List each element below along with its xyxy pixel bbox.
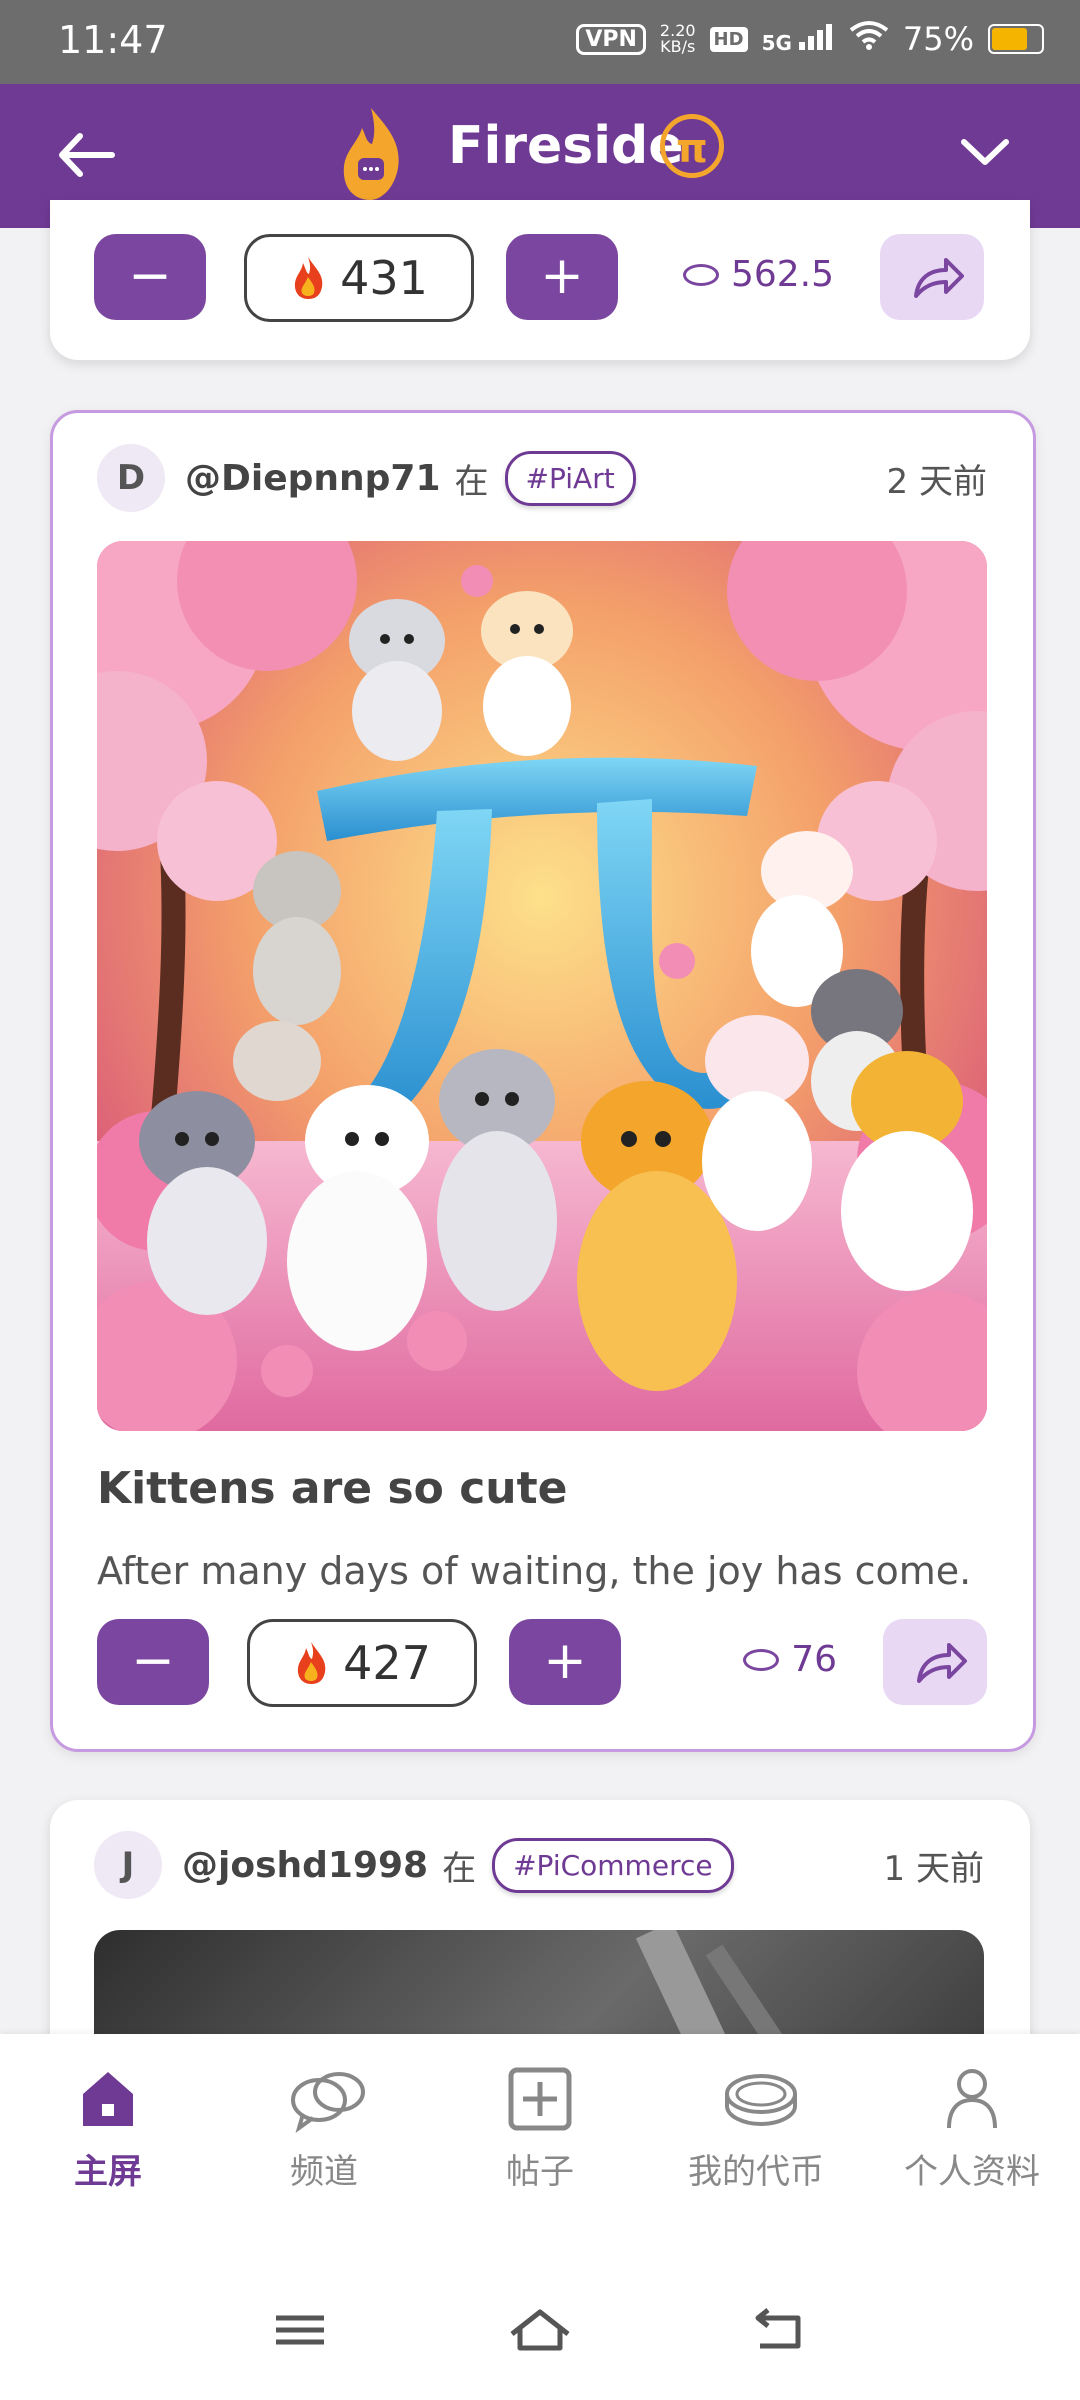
nav-posts[interactable]: 帖子 xyxy=(440,2064,640,2193)
home-icon xyxy=(73,2064,143,2134)
nav-label: 帖子 xyxy=(506,2152,574,2192)
avatar[interactable]: D xyxy=(97,444,165,512)
coin-icon xyxy=(743,1648,780,1671)
pi-coin-icon: π xyxy=(660,114,724,178)
nav-label: 我的代币 xyxy=(688,2152,824,2192)
battery-percent: 75% xyxy=(902,20,974,58)
fire-icon xyxy=(294,257,323,299)
menu-dropdown-button[interactable] xyxy=(950,118,1020,188)
fire-icon xyxy=(297,1642,326,1684)
nav-home[interactable]: 主屏 xyxy=(8,2064,208,2193)
net-speed: 2.20 KB/s xyxy=(659,21,696,56)
post-time: 1 天前 xyxy=(883,1848,984,1889)
share-icon xyxy=(914,258,964,298)
nav-channels[interactable]: 频道 xyxy=(224,2064,424,2193)
post-card[interactable]: D @Diepnnp71 在 #PiArt 2 天前 Kittens are s… xyxy=(50,410,1036,1752)
downvote-button[interactable]: − xyxy=(94,234,206,320)
in-label: 在 xyxy=(442,1848,477,1889)
system-home-button[interactable] xyxy=(500,2300,580,2360)
score-display: 431 xyxy=(244,234,474,322)
post-card-previous: − 431 + 562.5 xyxy=(50,200,1030,360)
back-return-icon xyxy=(755,2308,801,2349)
post-title[interactable]: Kittens are so cute xyxy=(97,1463,568,1514)
nav-label: 主屏 xyxy=(74,2152,142,2192)
channel-tag[interactable]: #PiCommerce xyxy=(492,1837,734,1893)
hd-badge: HD xyxy=(709,26,748,52)
score-value: 427 xyxy=(343,1636,431,1690)
nav-my-coins[interactable]: 我的代币 xyxy=(656,2064,856,2193)
avatar[interactable]: J xyxy=(94,1831,162,1899)
nav-profile[interactable]: 个人资料 xyxy=(872,2064,1072,2193)
coin-total: 562.5 xyxy=(682,254,834,295)
app-title: Fireside xyxy=(448,116,684,176)
system-back-button[interactable] xyxy=(740,2300,820,2360)
back-arrow-icon xyxy=(59,133,115,177)
coin-icon xyxy=(682,263,719,286)
post-username[interactable]: @joshd1998 xyxy=(182,1845,428,1886)
downvote-button[interactable]: − xyxy=(97,1619,209,1705)
coin-value: 76 xyxy=(791,1639,837,1680)
battery-icon xyxy=(988,24,1044,54)
person-icon xyxy=(937,2064,1007,2134)
wifi-icon xyxy=(849,20,889,58)
score-display: 427 xyxy=(247,1619,477,1707)
coin-total: 76 xyxy=(743,1639,837,1680)
post-body: After many days of waiting, the joy has … xyxy=(97,1549,972,1593)
kittens-pi-illustration xyxy=(97,541,987,1431)
status-time: 11:47 xyxy=(58,18,168,62)
post-header: D @Diepnnp71 在 #PiArt 2 天前 xyxy=(97,443,987,513)
nav-label: 频道 xyxy=(290,2152,358,2192)
share-button[interactable] xyxy=(883,1619,987,1705)
home-outline-icon xyxy=(510,2309,570,2351)
menu-lines-icon xyxy=(276,2315,324,2345)
system-menu-button[interactable] xyxy=(260,2300,340,2360)
post-username[interactable]: @Diepnnp71 xyxy=(185,458,441,499)
upvote-button[interactable]: + xyxy=(509,1619,621,1705)
share-icon xyxy=(917,1643,967,1683)
vpn-badge: VPN xyxy=(576,23,646,55)
score-value: 431 xyxy=(340,251,428,305)
signal-icon: 5G xyxy=(762,23,835,55)
post-actions: − 431 + 562.5 xyxy=(94,234,984,324)
chevron-down-icon xyxy=(961,139,1009,165)
fireside-logo-icon xyxy=(336,104,406,204)
channel-tag[interactable]: #PiArt xyxy=(504,450,636,506)
post-image[interactable] xyxy=(97,541,987,1431)
post-header: J @joshd1998 在 #PiCommerce 1 天前 xyxy=(94,1830,984,1900)
back-button[interactable] xyxy=(50,120,130,190)
chat-bubbles-icon xyxy=(289,2064,365,2134)
add-post-icon xyxy=(505,2064,575,2134)
status-bar: 11:47 VPN 2.20 KB/s HD 5G 75% xyxy=(0,0,1080,84)
post-time: 2 天前 xyxy=(886,461,987,502)
status-icons: VPN 2.20 KB/s HD 5G 75% xyxy=(576,20,1044,58)
coin-value: 562.5 xyxy=(730,254,834,295)
post-actions: − 427 + 76 xyxy=(97,1619,987,1709)
upvote-button[interactable]: + xyxy=(506,234,618,320)
nav-label: 个人资料 xyxy=(904,2152,1040,2192)
coin-icon xyxy=(721,2064,797,2134)
share-button[interactable] xyxy=(880,234,984,320)
in-label: 在 xyxy=(454,461,489,502)
